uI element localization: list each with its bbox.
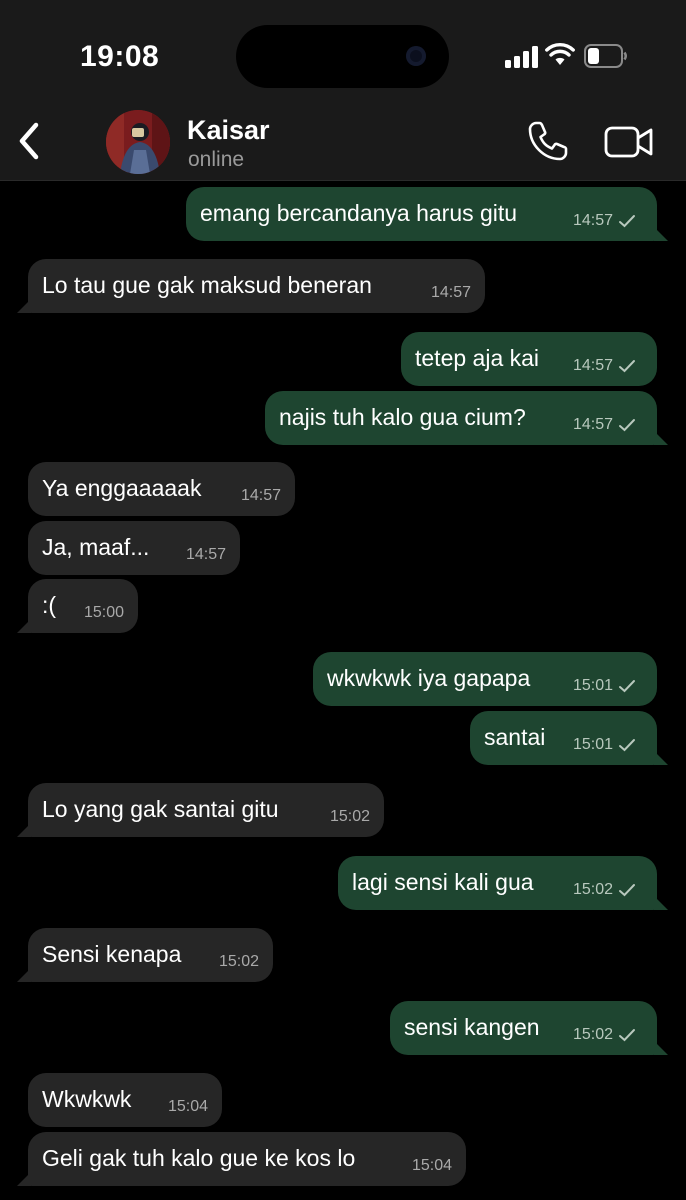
- message-text: emang bercandanya harus gitu: [200, 200, 518, 226]
- message-outgoing[interactable]: sensi kangen 15:02: [390, 1001, 668, 1055]
- message-incoming[interactable]: Geli gak tuh kalo gue ke kos lo 15:04: [17, 1132, 466, 1186]
- checkmark-icon: [619, 680, 635, 693]
- message-incoming[interactable]: Sensi kenapa 15:02: [17, 928, 273, 982]
- message-incoming[interactable]: Lo yang gak santai gitu 15:02: [17, 783, 384, 837]
- avatar-image: [106, 110, 170, 174]
- checkmark-icon: [619, 884, 635, 897]
- message-time: 14:57: [185, 546, 226, 563]
- checkmark-icon: [619, 419, 635, 432]
- message-text: lagi sensi kali gua: [352, 869, 534, 895]
- message-incoming[interactable]: Lo tau gue gak maksud beneran 14:57: [17, 259, 485, 313]
- cellular-signal-icon: [505, 46, 539, 68]
- message-time: 15:04: [411, 1157, 452, 1174]
- checkmark-icon: [619, 1029, 635, 1042]
- status-time: 19:08: [80, 40, 160, 73]
- message-text: Wkwkwk: [42, 1086, 132, 1112]
- message-text: Lo tau gue gak maksud beneran: [42, 272, 372, 298]
- phone-icon[interactable]: [526, 119, 570, 163]
- message-time: 14:57: [572, 357, 613, 374]
- message-incoming[interactable]: Wkwkwk 15:04: [28, 1073, 222, 1127]
- message-outgoing[interactable]: emang bercandanya harus gitu 14:57: [186, 187, 668, 241]
- message-text: :(: [42, 592, 57, 618]
- message-time: 15:04: [167, 1098, 208, 1115]
- message-incoming[interactable]: :( 15:00: [17, 579, 138, 633]
- contact-status: online: [188, 148, 245, 171]
- chat-header: Kaisar online: [0, 105, 686, 181]
- message-time: 14:57: [572, 416, 613, 433]
- message-time: 14:57: [240, 487, 281, 504]
- message-text: Geli gak tuh kalo gue ke kos lo: [42, 1145, 356, 1171]
- checkmark-icon: [619, 360, 635, 373]
- message-text: sensi kangen: [404, 1014, 540, 1040]
- message-time: 15:02: [572, 881, 613, 898]
- message-text: santai: [484, 724, 546, 750]
- message-list[interactable]: emang bercandanya harus gitu 14:57 Lo ta…: [0, 181, 686, 1200]
- message-text: Lo yang gak santai gitu: [42, 796, 279, 822]
- front-camera-dot: [406, 46, 426, 66]
- message-outgoing[interactable]: najis tuh kalo gua cium? 14:57: [265, 391, 668, 445]
- message-text: Ja, maaf...: [42, 534, 150, 560]
- message-text: Sensi kenapa: [42, 941, 182, 967]
- message-outgoing[interactable]: lagi sensi kali gua 15:02: [338, 856, 668, 910]
- message-time: 15:02: [218, 953, 259, 970]
- message-text: wkwkwk iya gapapa: [327, 665, 531, 691]
- message-time: 15:01: [572, 677, 613, 694]
- message-text: najis tuh kalo gua cium?: [279, 404, 526, 430]
- message-time: 15:02: [329, 808, 370, 825]
- message-time: 14:57: [430, 284, 471, 301]
- checkmark-icon: [619, 739, 635, 752]
- contact-name[interactable]: Kaisar: [187, 115, 270, 146]
- avatar[interactable]: [106, 110, 170, 174]
- message-outgoing[interactable]: wkwkwk iya gapapa 15:01: [313, 652, 657, 706]
- message-time: 14:57: [572, 212, 613, 229]
- message-time: 15:00: [83, 604, 124, 621]
- message-incoming[interactable]: Ja, maaf... 14:57: [28, 521, 240, 575]
- message-incoming[interactable]: Ya enggaaaaak 14:57: [28, 462, 295, 516]
- video-camera-icon[interactable]: [604, 125, 654, 159]
- message-time: 15:02: [572, 1026, 613, 1043]
- message-outgoing[interactable]: santai 15:01: [470, 711, 668, 765]
- chevron-left-icon[interactable]: [14, 119, 46, 163]
- message-text: Ya enggaaaaak: [42, 475, 202, 501]
- message-text: tetep aja kai: [415, 345, 540, 371]
- status-bar: 19:08: [0, 0, 686, 105]
- checkmark-icon: [619, 215, 635, 228]
- message-time: 15:01: [572, 736, 613, 753]
- wifi-icon: [545, 43, 575, 65]
- battery-icon: [584, 44, 627, 68]
- message-outgoing[interactable]: tetep aja kai 14:57: [401, 332, 657, 386]
